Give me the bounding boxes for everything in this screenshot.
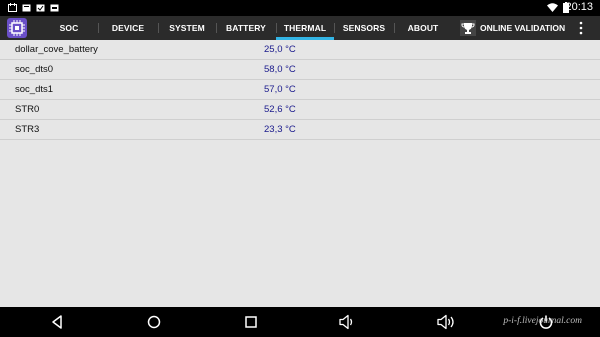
tab-thermal[interactable]: THERMAL xyxy=(276,16,334,40)
sensor-temperature: 25,0 °C xyxy=(264,44,296,55)
list-item: STR3 23,3 °C xyxy=(0,120,600,140)
sensor-temperature: 58,0 °C xyxy=(264,64,296,75)
sensor-name: STR3 xyxy=(15,124,40,135)
notification-icon xyxy=(36,4,45,12)
tab-system[interactable]: SYSTEM xyxy=(158,16,216,40)
sensor-name: dollar_cove_battery xyxy=(15,44,98,55)
home-icon[interactable] xyxy=(146,314,162,330)
tab-sensors[interactable]: SENSORS xyxy=(334,16,394,40)
status-bar: 20:13 xyxy=(0,0,600,16)
recent-apps-icon[interactable] xyxy=(244,314,258,330)
tab-battery[interactable]: BATTERY xyxy=(216,16,276,40)
online-validation-button[interactable]: ONLINE VALIDATION xyxy=(460,16,565,40)
volume-down-icon[interactable] xyxy=(338,314,356,330)
sensor-temperature: 23,3 °C xyxy=(264,124,296,135)
thermal-list: dollar_cove_battery 25,0 °C soc_dts0 58,… xyxy=(0,40,600,140)
tab-about[interactable]: ABOUT xyxy=(394,16,452,40)
notification-icon xyxy=(50,4,59,12)
notification-icon xyxy=(22,4,31,12)
notification-icon xyxy=(8,3,17,12)
list-item: soc_dts1 57,0 °C xyxy=(0,80,600,100)
sensor-name: soc_dts1 xyxy=(15,84,54,95)
tab-soc[interactable]: SOC xyxy=(40,16,98,40)
navigation-bar: p-i-f.livejournal.com xyxy=(0,307,600,337)
app-logo-icon[interactable] xyxy=(7,18,27,38)
list-item: dollar_cove_battery 25,0 °C xyxy=(0,40,600,60)
back-icon[interactable] xyxy=(50,314,64,330)
list-item: soc_dts0 58,0 °C xyxy=(0,60,600,80)
trophy-icon xyxy=(460,20,476,36)
watermark: p-i-f.livejournal.com xyxy=(503,316,582,326)
volume-up-icon[interactable] xyxy=(436,314,456,330)
clock: 20:13 xyxy=(565,1,593,13)
wifi-icon xyxy=(547,3,558,12)
app-bar: SOC DEVICE SYSTEM BATTERY THERMAL SENSOR… xyxy=(0,16,600,40)
sensor-name: STR0 xyxy=(15,104,40,115)
sensor-temperature: 52,6 °C xyxy=(264,104,296,115)
list-item: STR0 52,6 °C xyxy=(0,100,600,120)
online-validation-label: ONLINE VALIDATION xyxy=(480,23,566,33)
sensor-name: soc_dts0 xyxy=(15,64,54,75)
tab-device[interactable]: DEVICE xyxy=(98,16,158,40)
overflow-menu-icon[interactable] xyxy=(579,21,583,35)
sensor-temperature: 57,0 °C xyxy=(264,84,296,95)
